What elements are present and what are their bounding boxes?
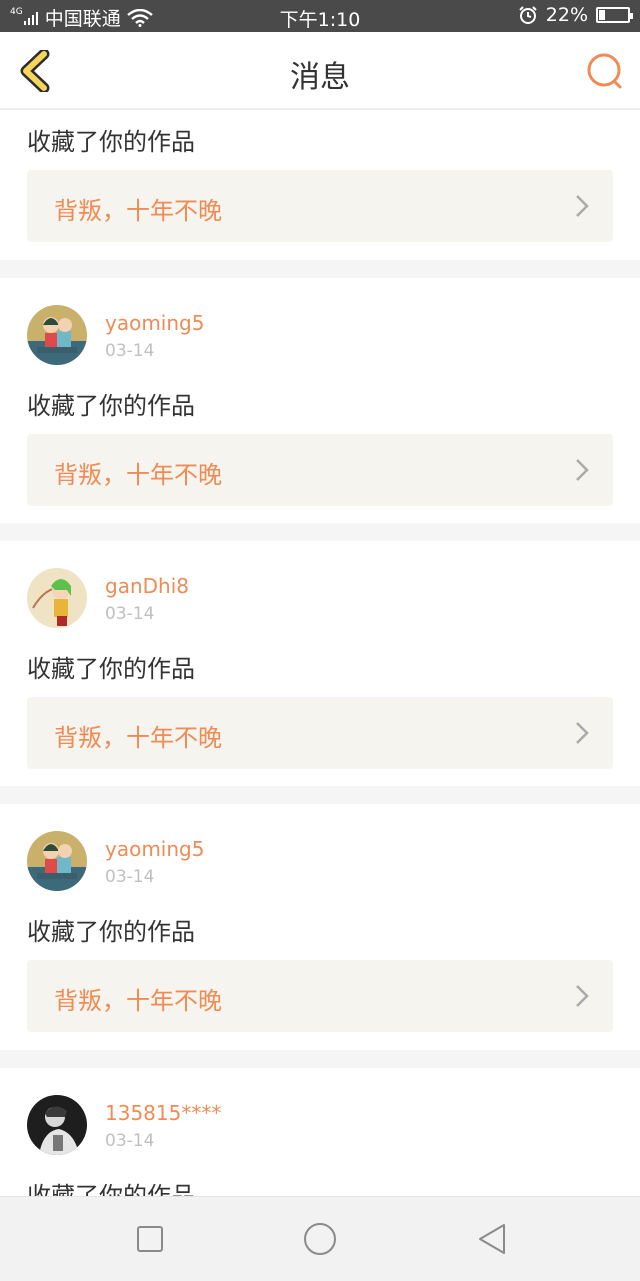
battery-icon <box>596 7 633 23</box>
system-nav-bar <box>0 1196 640 1281</box>
message-item: ganDhi8 03-14 收藏了你的作品 背叛，十年不晚 <box>0 541 640 786</box>
message-action-text: 收藏了你的作品 <box>27 128 195 156</box>
home-button[interactable] <box>300 1219 340 1259</box>
avatar-image <box>27 1095 87 1155</box>
username-link[interactable]: 135815**** <box>105 1101 221 1125</box>
battery-percent: 22% <box>545 4 588 26</box>
message-list[interactable]: 收藏了你的作品 背叛，十年不晚 yaoming5 03-14 收藏了你的作品 背… <box>0 110 640 1196</box>
separator <box>0 786 640 804</box>
avatar-image <box>27 568 87 628</box>
message-item: 135815**** 03-14 收藏了你的作品 <box>0 1068 640 1196</box>
work-card[interactable]: 背叛，十年不晚 <box>27 434 613 506</box>
triangle-back-icon <box>479 1224 505 1254</box>
chevron-right-icon <box>576 985 589 1007</box>
work-title: 背叛，十年不晚 <box>54 987 222 1015</box>
work-card[interactable]: 背叛，十年不晚 <box>27 697 613 769</box>
work-title: 背叛，十年不晚 <box>54 197 222 225</box>
status-right: 22% <box>518 4 633 26</box>
circle-icon <box>304 1223 336 1255</box>
work-card[interactable]: 背叛，十年不晚 <box>27 170 613 242</box>
username-link[interactable]: ganDhi8 <box>105 574 189 598</box>
message-date: 03-14 <box>105 867 155 887</box>
message-item: yaoming5 03-14 收藏了你的作品 背叛，十年不晚 <box>0 278 640 523</box>
message-action-text: 收藏了你的作品 <box>27 1182 195 1196</box>
chevron-right-icon <box>576 195 589 217</box>
avatar[interactable] <box>27 831 87 891</box>
search-icon <box>587 53 622 89</box>
avatar[interactable] <box>27 305 87 365</box>
chevron-right-icon <box>576 459 589 481</box>
avatar[interactable] <box>27 1095 87 1155</box>
work-title: 背叛，十年不晚 <box>54 461 222 489</box>
work-title: 背叛，十年不晚 <box>54 724 222 752</box>
alarm-icon <box>519 6 537 24</box>
status-bar: 4G 中国联通 下午1:10 22% <box>0 0 640 32</box>
page-title: 消息 <box>290 60 350 95</box>
message-action-text: 收藏了你的作品 <box>27 655 195 683</box>
separator <box>0 523 640 541</box>
battery-level <box>599 10 606 20</box>
avatar[interactable] <box>27 568 87 628</box>
username-link[interactable]: yaoming5 <box>105 837 204 861</box>
square-icon <box>137 1226 163 1252</box>
message-item: 收藏了你的作品 背叛，十年不晚 <box>0 110 640 260</box>
avatar-image <box>27 305 87 365</box>
message-date: 03-14 <box>105 341 155 361</box>
separator <box>0 260 640 278</box>
message-date: 03-14 <box>105 604 155 624</box>
recents-button[interactable] <box>130 1219 170 1259</box>
message-item: yaoming5 03-14 收藏了你的作品 背叛，十年不晚 <box>0 804 640 1050</box>
chevron-right-icon <box>576 722 589 744</box>
back-button[interactable] <box>16 48 52 94</box>
search-button[interactable] <box>584 50 626 92</box>
system-back-button[interactable] <box>472 1219 512 1259</box>
separator <box>0 1050 640 1068</box>
message-action-text: 收藏了你的作品 <box>27 918 195 946</box>
app-header: 消息 <box>0 32 640 110</box>
avatar-image <box>27 831 87 891</box>
username-link[interactable]: yaoming5 <box>105 311 204 335</box>
chevron-left-icon <box>20 48 50 94</box>
work-card[interactable]: 背叛，十年不晚 <box>27 960 613 1032</box>
message-date: 03-14 <box>105 1131 155 1151</box>
message-action-text: 收藏了你的作品 <box>27 392 195 420</box>
